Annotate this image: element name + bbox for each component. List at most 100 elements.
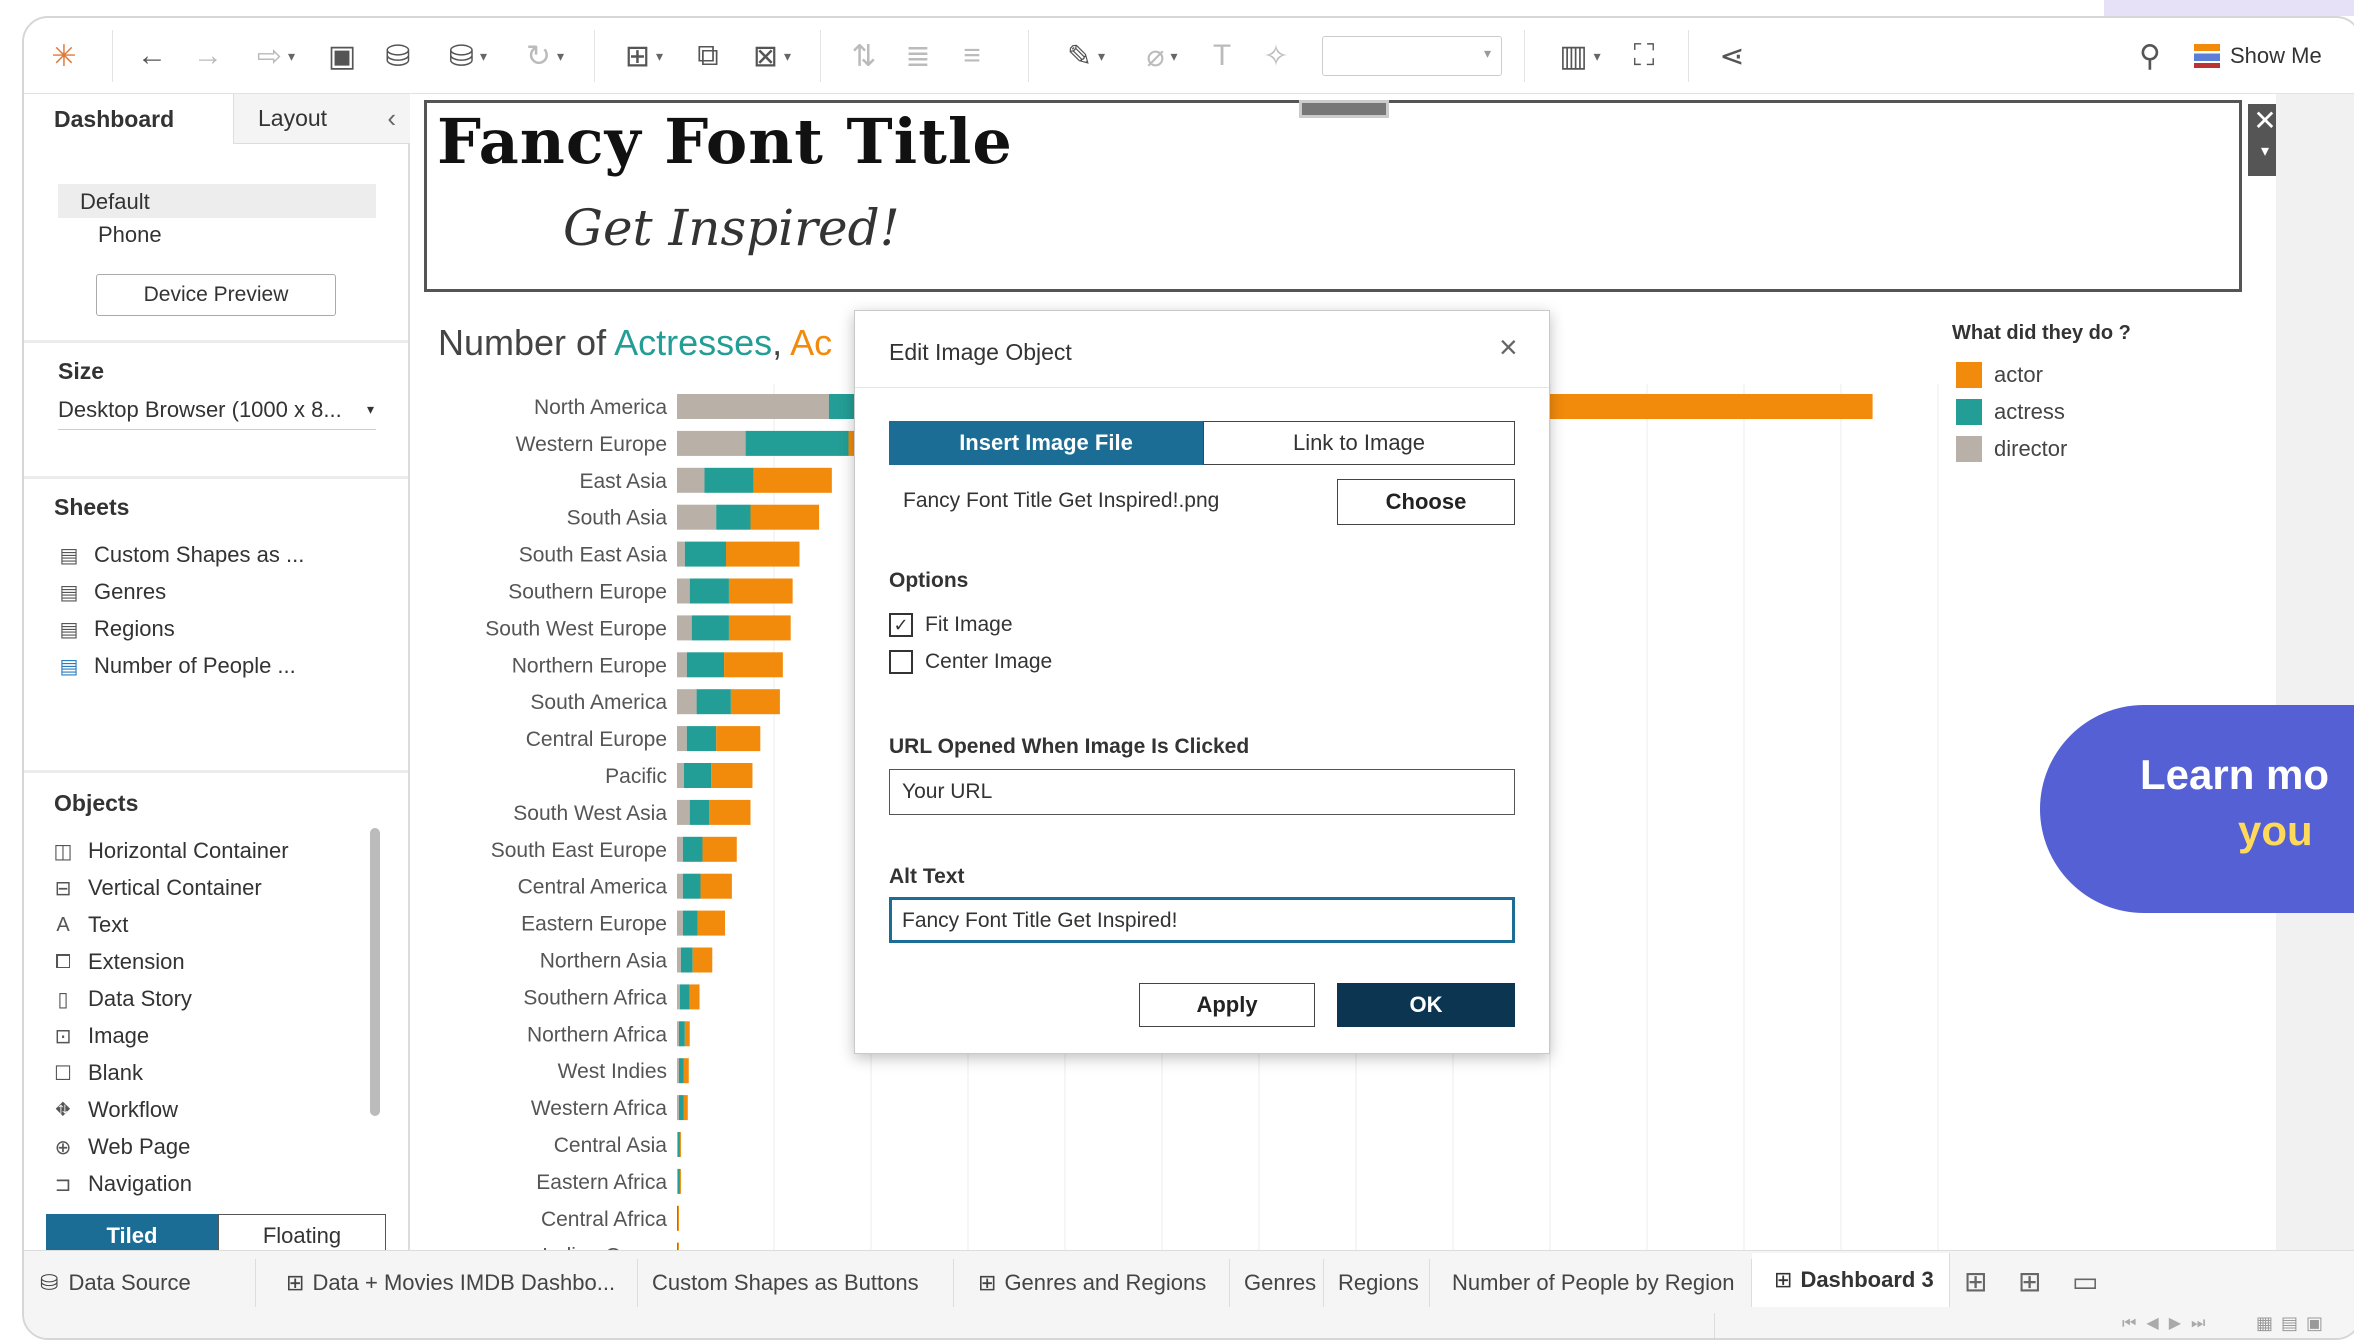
bar-segment-actor[interactable] <box>724 652 783 678</box>
bar-segment-actress[interactable] <box>678 1095 684 1121</box>
bar-segment-actor[interactable] <box>716 726 761 752</box>
bar-segment-actress[interactable] <box>686 652 725 678</box>
bar-segment-director[interactable] <box>677 541 685 567</box>
legend-item[interactable]: actress <box>1956 393 2067 430</box>
bar-segment-actor[interactable] <box>679 1132 681 1157</box>
device-default[interactable]: Default <box>58 184 376 218</box>
bar-segment-director[interactable] <box>677 799 690 825</box>
bar-segment-director[interactable] <box>677 1168 678 1194</box>
sheet-item[interactable]: ▤ Genres <box>58 579 167 605</box>
bar-segment-actor[interactable] <box>683 1058 689 1084</box>
tab-number-of-people[interactable]: Number of People by Region <box>1430 1259 1752 1307</box>
tab-dashboard-3[interactable]: ⊞ Dashboard 3 <box>1752 1253 1950 1307</box>
object-data-story[interactable]: ▯ Data Story <box>52 986 191 1012</box>
tab-layout[interactable]: Layout ‹ <box>234 94 410 144</box>
new-datasource-icon[interactable]: ⛁ <box>378 36 418 76</box>
format-painter-icon[interactable]: ⚲ <box>2130 36 2170 76</box>
tab-dashboard-imdb[interactable]: ⊞ Data + Movies IMDB Dashbo... <box>256 1259 638 1307</box>
bar-segment-director[interactable] <box>677 578 690 604</box>
object-web-page[interactable]: ⊕ Web Page <box>52 1134 191 1160</box>
collapse-chevron-icon[interactable]: ‹ <box>387 103 396 134</box>
bar-segment-director[interactable] <box>677 652 687 678</box>
bar-segment-actor[interactable] <box>750 504 820 530</box>
back-arrow-icon[interactable]: ← <box>132 36 172 76</box>
tab-genres-regions[interactable]: ⊞ Genres and Regions <box>954 1259 1230 1307</box>
bar-segment-actress[interactable] <box>696 689 731 715</box>
bar-segment-actress[interactable] <box>691 615 729 641</box>
bar-segment-director[interactable] <box>677 984 680 1010</box>
url-input[interactable]: Your URL <box>889 769 1515 815</box>
bar-segment-actor[interactable] <box>684 1021 690 1047</box>
object-blank[interactable]: ☐ Blank <box>52 1060 143 1086</box>
sort-ascending-icon[interactable]: ≣ <box>898 36 938 76</box>
tab-link-to-image[interactable]: Link to Image <box>1203 421 1515 465</box>
presentation-icon[interactable]: ⛶ <box>1624 36 1664 76</box>
bar-segment-actress[interactable] <box>682 873 701 899</box>
bar-segment-director[interactable] <box>677 836 683 862</box>
bar-segment-director[interactable] <box>677 504 717 530</box>
bar-segment-actress[interactable] <box>683 763 712 788</box>
sort-descending-icon[interactable]: ≡ <box>952 36 992 76</box>
bar-segment-actor[interactable] <box>728 578 793 604</box>
choose-button[interactable]: Choose <box>1337 479 1515 525</box>
ok-button[interactable]: OK <box>1337 983 1515 1027</box>
sheet-item[interactable]: ▤ Regions <box>58 616 175 642</box>
object-vertical-container[interactable]: ⊟ Vertical Container <box>52 875 262 901</box>
bar-segment-actress[interactable] <box>680 947 693 973</box>
tab-dashboard[interactable]: Dashboard <box>24 94 234 144</box>
bar-segment-actress[interactable] <box>689 578 729 604</box>
bar-segment-director[interactable] <box>677 1132 678 1157</box>
drag-handle[interactable] <box>1299 100 1389 118</box>
bar-segment-director[interactable] <box>677 615 692 641</box>
refresh-icon[interactable]: ↻ ▾ <box>510 36 580 76</box>
bar-segment-actress[interactable] <box>682 836 703 862</box>
tableau-logo-icon[interactable]: ✳ <box>44 36 84 76</box>
new-worksheet-tab-icon[interactable]: ⊞ <box>1964 1265 1987 1298</box>
tab-navigation-icons[interactable]: ⏮◀▶⏭ <box>2122 1313 2215 1333</box>
new-dashboard-tab-icon[interactable]: ⊞ <box>2018 1265 2041 1298</box>
bar-segment-director[interactable] <box>677 910 683 936</box>
bar-segment-director[interactable] <box>677 947 681 973</box>
pin-icon[interactable]: ✧ <box>1256 36 1296 76</box>
bar-segment-director[interactable] <box>677 1095 679 1121</box>
attach-icon[interactable]: ⌀ ▾ <box>1130 36 1194 76</box>
tab-regions[interactable]: Regions <box>1324 1259 1430 1307</box>
bar-segment-actress[interactable] <box>678 1058 684 1084</box>
bar-segment-actor[interactable] <box>700 873 732 899</box>
object-image[interactable]: ⊡ Image <box>52 1023 150 1049</box>
bar-segment-actor[interactable] <box>677 1205 679 1231</box>
bar-segment-actress[interactable] <box>686 726 717 752</box>
bar-segment-actor[interactable] <box>728 615 791 641</box>
bar-segment-actress[interactable] <box>682 910 698 936</box>
tab-genres[interactable]: Genres <box>1230 1259 1324 1307</box>
tab-custom-shapes[interactable]: Custom Shapes as Buttons <box>638 1259 954 1307</box>
new-worksheet-icon[interactable]: ⊞ ▾ <box>612 36 676 76</box>
duplicate-sheet-icon[interactable]: ⧉ <box>688 36 728 76</box>
bar-segment-actress[interactable] <box>684 541 726 567</box>
object-workflow[interactable]: ⛖ Workflow <box>52 1097 178 1123</box>
bar-segment-director[interactable] <box>677 430 746 456</box>
bar-segment-actor[interactable] <box>702 836 737 862</box>
bar-segment-director[interactable] <box>677 726 687 752</box>
bar-segment-actress[interactable] <box>677 1242 678 1250</box>
apply-button[interactable]: Apply <box>1139 983 1315 1027</box>
tab-data-source[interactable]: ⛁ Data Source <box>24 1259 256 1307</box>
alt-text-input[interactable]: Fancy Font Title Get Inspired! <box>889 897 1515 943</box>
tab-insert-image-file[interactable]: Insert Image File <box>889 421 1203 465</box>
bar-segment-director[interactable] <box>677 467 705 493</box>
bar-segment-director[interactable] <box>677 689 697 715</box>
bar-segment-actor[interactable] <box>689 984 700 1010</box>
show-me-button[interactable]: Show Me <box>2194 38 2322 74</box>
objects-scrollbar[interactable] <box>370 828 380 1116</box>
fit-dropdown[interactable]: ▾ <box>1322 36 1502 76</box>
bar-segment-actress[interactable] <box>704 467 754 493</box>
close-icon[interactable]: × <box>1499 329 1518 366</box>
bar-segment-actress[interactable] <box>689 799 710 825</box>
bar-segment-actor[interactable] <box>677 1242 679 1250</box>
bar-segment-actress[interactable] <box>677 1205 678 1231</box>
bar-segment-actress[interactable] <box>677 1168 680 1194</box>
image-object-frame[interactable]: Fancy Font Title Get Inspired! <box>424 100 2242 292</box>
text-label-icon[interactable]: T <box>1202 36 1242 76</box>
save-icon[interactable]: ▣ <box>322 36 362 76</box>
bar-segment-actor[interactable] <box>692 947 713 973</box>
